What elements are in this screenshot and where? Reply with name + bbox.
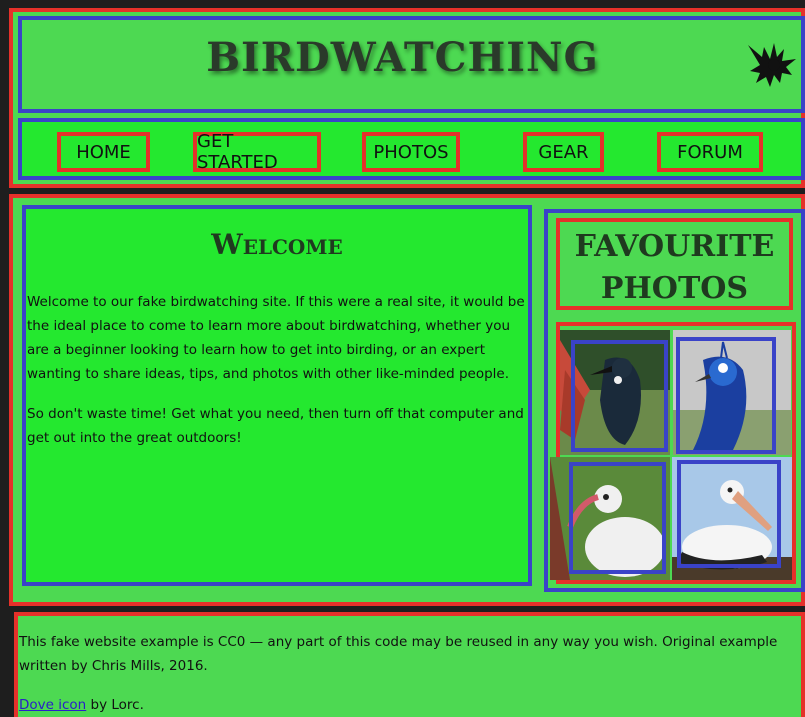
favourites-heading-line2: PHOTOS	[600, 271, 749, 306]
favourites-heading: FAVOURITE PHOTOS	[556, 226, 793, 310]
nav-get-started[interactable]: GET STARTED	[193, 131, 321, 173]
nav-photos[interactable]: PHOTOS	[362, 132, 460, 172]
photo-frame-4	[677, 460, 781, 568]
photo-frame-3	[569, 462, 666, 574]
welcome-paragraph-1: Welcome to our fake birdwatching site. I…	[27, 294, 525, 382]
nav-home[interactable]: HOME	[57, 132, 150, 172]
photo-frame-2	[676, 337, 776, 454]
nav-gear[interactable]: GEAR	[523, 132, 604, 172]
nav-forum[interactable]: FORUM	[657, 132, 763, 172]
footer-license-text: This fake website example is CC0 — any p…	[19, 634, 778, 674]
footer-credit: Dove icon by Lorc.	[19, 693, 799, 717]
welcome-heading: Welcome	[211, 228, 343, 261]
dove-icon-link[interactable]: Dove icon	[19, 697, 86, 713]
site-title: BIRDWATCHING	[206, 34, 599, 81]
welcome-paragraph-2: So don't waste time! Get what you need, …	[27, 406, 524, 446]
photo-frame-1	[571, 340, 668, 452]
bird-icon	[748, 43, 796, 87]
welcome-article	[22, 205, 532, 586]
footer-credit-suffix: by Lorc.	[86, 697, 144, 713]
favourites-heading-line1: FAVOURITE	[574, 229, 775, 264]
